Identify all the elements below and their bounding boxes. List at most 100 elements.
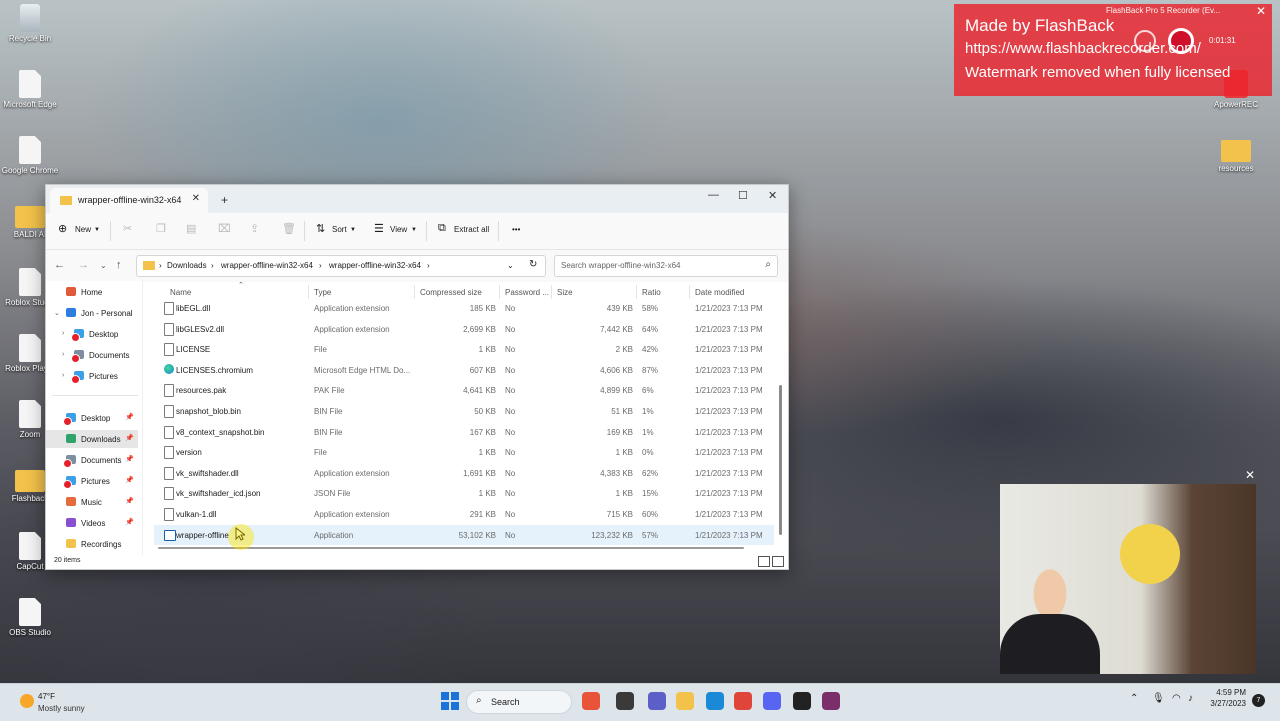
new-button[interactable]: New	[75, 225, 91, 234]
forward-arrow-icon[interactable]: →	[78, 259, 89, 271]
slack-app-icon[interactable]	[822, 692, 840, 710]
refresh-icon[interactable]: ↻	[529, 259, 537, 270]
table-row[interactable]: libEGL.dll Application extension 185 KB No 4…	[154, 298, 774, 318]
weather-widget[interactable]: 47°F Mostly sunny	[16, 690, 136, 716]
column-header-type[interactable]: Type	[314, 288, 331, 297]
table-row[interactable]: vulkan-1.dll Application extension 291 KB N…	[154, 504, 774, 524]
column-divider[interactable]	[499, 285, 500, 299]
taskbar-search-input[interactable]: Search	[491, 697, 520, 707]
table-row[interactable]: LICENSES.chromium Microsoft Edge HTML Do.…	[154, 360, 774, 380]
column-divider[interactable]	[414, 285, 415, 299]
search-input[interactable]: Search wrapper-offline-win32-x64	[561, 261, 680, 270]
column-divider[interactable]	[308, 285, 309, 299]
desktop-icon[interactable]: Recycle Bin	[0, 4, 60, 43]
table-row[interactable]: vk_swiftshader_icd.json JSON File 1 KB No 1 …	[154, 483, 774, 503]
minimize-button[interactable]: —	[708, 189, 719, 201]
teams-app-icon[interactable]	[648, 692, 666, 710]
view-button[interactable]: View	[390, 225, 407, 234]
delete-icon[interactable]: 🗑	[282, 222, 296, 235]
column-header-compressed-size[interactable]: Compressed size	[420, 288, 482, 297]
microphone-icon[interactable]: 🎙	[1152, 693, 1165, 704]
expand-chevron-icon[interactable]: ›	[62, 351, 64, 358]
recorder-close-icon[interactable]: ✕	[1256, 4, 1266, 18]
new-tab-button[interactable]: +	[221, 193, 228, 207]
paste-icon[interactable]: ▤	[186, 222, 196, 235]
more-options-button[interactable]: •••	[512, 225, 520, 234]
table-row[interactable]: v8_context_snapshot.bin BIN File 167 KB No 1…	[154, 422, 774, 442]
window-titlebar[interactable]: wrapper-offline-win32-x64 ✕ + — ☐ ✕	[46, 185, 788, 213]
system-clock[interactable]: 4:59 PM 3/27/2023	[1206, 688, 1246, 710]
breadcrumb-downloads[interactable]: Downloads	[167, 261, 207, 270]
expand-chevron-icon[interactable]: ⌄	[54, 309, 60, 317]
sidebar-item-documents[interactable]: › Documents	[46, 346, 138, 364]
column-divider[interactable]	[551, 285, 552, 299]
column-divider[interactable]	[689, 285, 690, 299]
taskbar-search[interactable]: ⌕ Search	[466, 690, 572, 714]
edge-app-icon[interactable]	[706, 692, 724, 710]
github-app-icon[interactable]	[793, 692, 811, 710]
search-box[interactable]: Search wrapper-offline-win32-x64 ⌕	[554, 255, 778, 277]
webcam-close-icon[interactable]: ✕	[1245, 468, 1255, 482]
desktop-icon[interactable]: resources	[1206, 136, 1266, 173]
tab-close-icon[interactable]: ✕	[192, 193, 200, 204]
column-header-date-modified[interactable]: Date modified	[695, 288, 744, 297]
table-row[interactable]: LICENSE File 1 KB No 2 KB 42% 1/21/2023 7:13 P…	[154, 339, 774, 359]
task-view-app-icon[interactable]	[616, 692, 634, 710]
share-icon[interactable]: ⇪	[250, 222, 259, 235]
extract-all-button[interactable]: Extract all	[454, 225, 489, 234]
table-row[interactable]: libGLESv2.dll Application extension 2,699 …	[154, 319, 774, 339]
scrollbar-thumb[interactable]	[779, 385, 782, 535]
table-row[interactable]: snapshot_blob.bin BIN File 50 KB No 51 KB 1% 1…	[154, 401, 774, 421]
sidebar-item-jon-personal[interactable]: ⌄ Jon - Personal	[46, 304, 138, 322]
tiles-view-icon[interactable]	[772, 556, 784, 567]
sidebar-item-music[interactable]: Music 📌	[46, 493, 138, 511]
wifi-icon[interactable]: ◠	[1172, 693, 1181, 704]
column-header-name[interactable]: Name	[170, 288, 191, 297]
start-button[interactable]	[441, 692, 459, 710]
maximize-button[interactable]: ☐	[738, 189, 748, 202]
discord-app-icon[interactable]	[763, 692, 781, 710]
vertical-scrollbar[interactable]	[779, 297, 782, 537]
notification-badge[interactable]: 7	[1252, 694, 1265, 707]
sidebar-item-pictures[interactable]: Pictures 📌	[46, 472, 138, 490]
sort-button[interactable]: Sort	[332, 225, 347, 234]
volume-icon[interactable]: ♪	[1188, 693, 1193, 704]
table-row[interactable]: vk_swiftshader.dll Application extension 1…	[154, 463, 774, 483]
column-header-ratio[interactable]: Ratio	[642, 288, 661, 297]
column-header-size[interactable]: Size	[557, 288, 573, 297]
expand-chevron-icon[interactable]: ›	[62, 330, 64, 337]
column-divider[interactable]	[636, 285, 637, 299]
chevron-up-icon[interactable]: ⌃	[1130, 693, 1138, 704]
sidebar-item-videos[interactable]: Videos 📌	[46, 514, 138, 532]
desktop-icon[interactable]: Microsoft Edge	[0, 70, 60, 109]
table-row[interactable]: version File 1 KB No 1 KB 0% 1/21/2023 7:13 PM	[154, 442, 774, 462]
file-explorer-app-icon[interactable]	[676, 692, 694, 710]
sidebar-item-desktop[interactable]: › Desktop	[46, 325, 138, 343]
rename-icon[interactable]: ⌧	[218, 222, 231, 235]
expand-chevron-icon[interactable]: ›	[62, 372, 64, 379]
sidebar-item-recordings[interactable]: Recordings	[46, 535, 138, 553]
desktop-icon[interactable]: Google Chrome	[0, 136, 60, 175]
breadcrumb-current[interactable]: wrapper-offline-win32-x64	[329, 261, 421, 270]
recent-chevron-icon[interactable]: ⌄	[100, 261, 107, 270]
details-view-icon[interactable]	[758, 556, 770, 567]
sidebar-item-documents[interactable]: Documents 📌	[46, 451, 138, 469]
column-header-password[interactable]: Password ...	[505, 288, 549, 297]
address-bar[interactable]: › Downloads › wrapper-offline-win32-x64 …	[136, 255, 546, 277]
address-dropdown-icon[interactable]: ⌄	[507, 261, 514, 270]
table-row[interactable]: resources.pak PAK File 4,641 KB No 4,899 KB 6…	[154, 380, 774, 400]
sidebar-item-pictures[interactable]: › Pictures	[46, 367, 138, 385]
explorer-tab[interactable]: wrapper-offline-win32-x64 ✕	[50, 188, 208, 213]
close-button[interactable]: ✕	[768, 189, 777, 202]
sidebar-item-home[interactable]: Home	[46, 283, 138, 301]
desktop-icon[interactable]: OBS Studio	[0, 598, 60, 637]
sidebar-item-desktop[interactable]: Desktop 📌	[46, 409, 138, 427]
breadcrumb-archive[interactable]: wrapper-offline-win32-x64	[221, 261, 313, 270]
widgets-app-icon[interactable]	[582, 692, 600, 710]
sidebar-item-downloads[interactable]: Downloads 📌	[46, 430, 138, 448]
up-arrow-icon[interactable]: ↑	[116, 259, 122, 271]
cut-icon[interactable]: ✂	[123, 222, 132, 235]
chrome-app-icon[interactable]	[734, 692, 752, 710]
copy-icon[interactable]: ❐	[156, 222, 166, 235]
back-arrow-icon[interactable]: ←	[54, 259, 65, 271]
